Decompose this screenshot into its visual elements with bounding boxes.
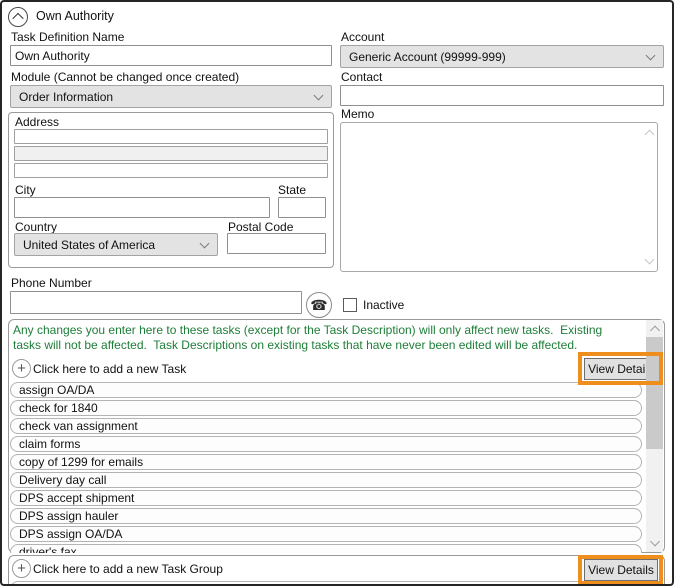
task-list-item[interactable]: claim forms (10, 436, 642, 452)
task-name: DPS accept shipment (19, 491, 135, 505)
account-label: Account (341, 30, 385, 44)
memo-label: Memo (341, 107, 375, 121)
add-task-button[interactable]: + (12, 359, 31, 378)
task-list-item[interactable]: check van assignment (10, 418, 642, 434)
scrollbar-thumb[interactable] (646, 337, 663, 449)
chevron-down-icon (199, 238, 210, 248)
address-line1-input[interactable] (14, 129, 328, 144)
account-selected-value: Generic Account (99999-999) (349, 49, 506, 64)
module-selected-value: Order Information (19, 89, 114, 104)
task-group-list-item-partial[interactable] (10, 581, 642, 586)
collapse-expander-button[interactable] (8, 7, 28, 27)
module-select[interactable]: Order Information (10, 85, 332, 108)
dial-phone-button[interactable]: ☎ (306, 292, 332, 318)
state-input[interactable] (278, 197, 326, 218)
city-label: City (15, 183, 36, 197)
task-list-scrollbar[interactable] (646, 320, 663, 552)
plus-icon: + (17, 559, 26, 577)
address-line3-input[interactable] (14, 163, 328, 178)
state-label: State (278, 183, 307, 197)
inactive-checkbox[interactable] (343, 298, 357, 312)
scroll-up-icon[interactable] (644, 129, 655, 140)
chevron-down-icon (645, 50, 656, 60)
task-name: assign OA/DA (19, 383, 95, 397)
phone-icon: ☎ (310, 297, 328, 313)
task-list-item[interactable]: DPS accept shipment (10, 490, 642, 506)
task-name: check for 1840 (19, 401, 98, 415)
task-name: Delivery day call (19, 473, 107, 487)
task-name: check van assignment (19, 419, 138, 433)
task-name: driver's fax (19, 545, 77, 553)
plus-icon: + (17, 359, 26, 377)
task-list-item[interactable]: driver's fax (10, 544, 642, 553)
memo-textarea[interactable] (340, 122, 658, 272)
task-definition-name-input[interactable] (10, 45, 332, 66)
task-definition-name-label: Task Definition Name (11, 30, 125, 44)
task-group-view-details-button[interactable]: View Details (584, 559, 658, 581)
chevron-up-icon (12, 12, 24, 25)
add-task-label[interactable]: Click here to add a new Task (33, 362, 186, 376)
address-label: Address (15, 115, 60, 129)
phone-number-label: Phone Number (11, 276, 92, 290)
task-name: copy of 1299 for emails (19, 455, 144, 469)
task-list-item[interactable]: DPS assign hauler (10, 508, 642, 524)
task-name: DPS assign OA/DA (19, 527, 123, 541)
task-list-item[interactable]: check for 1840 (10, 400, 642, 416)
own-authority-panel: Own Authority Task Definition Name Modul… (0, 0, 674, 586)
task-name: claim forms (19, 437, 81, 451)
task-list-item[interactable]: assign OA/DA (10, 382, 642, 398)
scrollbar-down-icon[interactable] (649, 536, 660, 547)
country-select[interactable]: United States of America (14, 233, 218, 256)
scroll-down-icon[interactable] (644, 254, 655, 265)
contact-input[interactable] (340, 85, 664, 106)
account-select[interactable]: Generic Account (99999-999) (340, 45, 664, 68)
address-line2-input[interactable] (14, 146, 328, 161)
task-list-item[interactable]: copy of 1299 for emails (10, 454, 642, 470)
contact-label: Contact (341, 70, 383, 84)
city-input[interactable] (14, 197, 270, 218)
module-label: Module (Cannot be changed once created) (11, 70, 240, 84)
postal-code-input[interactable] (227, 233, 326, 254)
task-list-item[interactable]: Delivery day call (10, 472, 642, 488)
tasks-notice-text: Any changes you enter here to these task… (13, 323, 606, 352)
scrollbar-up-icon[interactable] (649, 325, 660, 336)
inactive-label: Inactive (363, 298, 405, 312)
task-name: DPS assign hauler (19, 509, 119, 523)
phone-number-input[interactable] (10, 291, 302, 314)
add-task-group-label[interactable]: Click here to add a new Task Group (33, 562, 223, 576)
task-list: assign OA/DA check for 1840 check van as… (10, 382, 642, 553)
country-selected-value: United States of America (23, 237, 156, 252)
task-list-item[interactable]: DPS assign OA/DA (10, 526, 642, 542)
page-title: Own Authority (36, 9, 114, 23)
chevron-down-icon (313, 90, 324, 100)
add-task-group-button[interactable]: + (12, 559, 31, 578)
